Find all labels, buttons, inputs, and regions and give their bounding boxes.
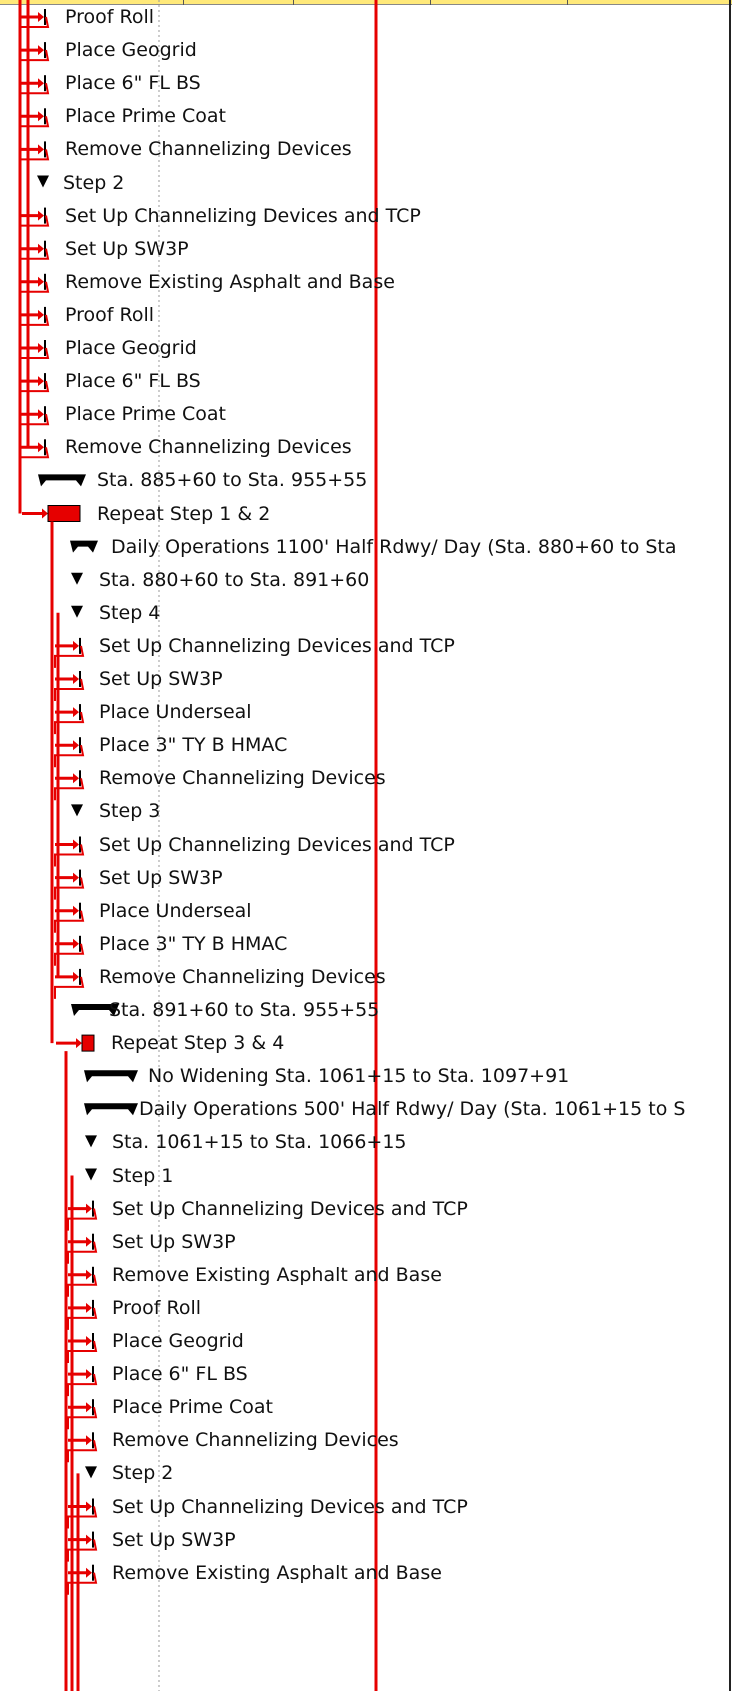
gantt-row[interactable]: Sta. 880+60 to Sta. 891+60	[0, 564, 720, 596]
task-label: Place 6" FL BS	[65, 72, 201, 95]
gantt-row[interactable]: Daily Operations 500' Half Rdwy/ Day (St…	[0, 1093, 720, 1125]
task-label: Set Up SW3P	[99, 668, 223, 690]
task-label: Proof Roll	[112, 1296, 202, 1319]
gantt-row[interactable]: Set Up SW3P	[0, 663, 720, 695]
gantt-row[interactable]: Repeat Step 1 & 2	[0, 498, 720, 530]
summary-label: Step 2	[63, 171, 125, 194]
gantt-row[interactable]: Set Up SW3P	[0, 1524, 720, 1556]
task-label: Repeat Step 3 & 4	[111, 1032, 285, 1055]
task-label: Place 3" TY B HMAC	[99, 734, 288, 757]
gantt-row[interactable]: Set Up SW3P	[0, 233, 720, 265]
gantt-row[interactable]: Set Up SW3P	[0, 862, 720, 894]
task-label: Place Geogrid	[112, 1330, 244, 1352]
gantt-row[interactable]: Remove Channelizing Devices	[0, 961, 720, 993]
summary-label: Daily Operations 1100' Half Rdwy/ Day (S…	[111, 535, 677, 558]
task-label: Remove Channelizing Devices	[65, 436, 352, 459]
gantt-row[interactable]: Step 2	[0, 167, 720, 199]
gantt-row[interactable]: Place Prime Coat	[0, 100, 720, 132]
task-label: Set Up SW3P	[65, 237, 189, 260]
gantt-row[interactable]: Sta. 1061+15 to Sta. 1066+15	[0, 1126, 720, 1158]
summary-label: Sta. 880+60 to Sta. 891+60	[99, 568, 370, 591]
task-label: Remove Existing Asphalt and Base	[112, 1561, 442, 1584]
gantt-row[interactable]: Remove Existing Asphalt and Base	[0, 1557, 720, 1589]
gantt-row[interactable]: Remove Existing Asphalt and Base	[0, 266, 720, 298]
task-label: Remove Existing Asphalt and Base	[112, 1263, 442, 1286]
task-label: Place 6" FL BS	[112, 1363, 248, 1386]
gantt-row[interactable]: Place Prime Coat	[0, 398, 720, 430]
task-label: Place Prime Coat	[65, 105, 226, 128]
task-label: Set Up SW3P	[112, 1230, 236, 1253]
gantt-row[interactable]: Place Underseal	[0, 895, 720, 927]
gantt-row[interactable]: Set Up Channelizing Devices and TCP	[0, 200, 720, 232]
task-label: Set Up SW3P	[112, 1528, 236, 1551]
task-label: Place Underseal	[99, 899, 252, 922]
task-label: Remove Channelizing Devices	[65, 138, 352, 161]
gantt-row[interactable]: Step 1	[0, 1160, 720, 1192]
gantt-row[interactable]: Place 6" FL BS	[0, 1358, 720, 1390]
summary-label: Step 4	[99, 601, 161, 624]
task-label: Remove Existing Asphalt and Base	[65, 270, 395, 293]
gantt-row[interactable]: Place Geogrid	[0, 332, 720, 364]
task-label: Set Up Channelizing Devices and TCP	[65, 204, 421, 227]
task-label: Place Underseal	[99, 701, 252, 724]
summary-label: No Widening Sta. 1061+15 to Sta. 1097+91	[148, 1065, 570, 1088]
task-label: Place Prime Coat	[112, 1396, 273, 1419]
gantt-row[interactable]: Proof Roll	[0, 1, 720, 33]
task-label: Remove Channelizing Devices	[112, 1429, 399, 1452]
gantt-row[interactable]: Set Up Channelizing Devices and TCP	[0, 1491, 720, 1523]
gantt-row[interactable]: Repeat Step 3 & 4	[0, 1027, 720, 1059]
task-label: Place 6" FL BS	[65, 370, 201, 393]
gantt-row[interactable]: Remove Channelizing Devices	[0, 133, 720, 165]
summary-label: Sta. 891+60 to Sta. 955+55	[109, 999, 380, 1021]
summary-label: Sta. 885+60 to Sta. 955+55	[97, 469, 368, 492]
gantt-row[interactable]: Remove Existing Asphalt and Base	[0, 1259, 720, 1291]
gantt-row[interactable]: Place Prime Coat	[0, 1391, 720, 1423]
task-label: Set Up Channelizing Devices and TCP	[99, 833, 455, 856]
task-label: Place 3" TY B HMAC	[99, 932, 288, 955]
summary-label: Step 3	[99, 800, 161, 823]
task-label: Repeat Step 1 & 2	[97, 502, 271, 525]
gantt-row[interactable]: Place Geogrid	[0, 34, 720, 66]
gantt-row[interactable]: Daily Operations 1100' Half Rdwy/ Day (S…	[0, 531, 720, 563]
task-label: Place Geogrid	[65, 337, 197, 359]
gantt-row[interactable]: Sta. 885+60 to Sta. 955+55	[0, 464, 720, 496]
gantt-row[interactable]: Place Geogrid	[0, 1325, 720, 1357]
gantt-row[interactable]: Place 6" FL BS	[0, 67, 720, 99]
gantt-row[interactable]: Proof Roll	[0, 1292, 720, 1324]
gantt-row[interactable]: Set Up Channelizing Devices and TCP	[0, 630, 720, 662]
summary-label: Daily Operations 500' Half Rdwy/ Day (St…	[139, 1098, 686, 1121]
gantt-row[interactable]: Set Up Channelizing Devices and TCP	[0, 1193, 720, 1225]
task-label: Proof Roll	[65, 6, 155, 28]
gantt-row[interactable]: Remove Channelizing Devices	[0, 1424, 720, 1456]
gantt-row[interactable]: No Widening Sta. 1061+15 to Sta. 1097+91	[0, 1060, 720, 1092]
gantt-row[interactable]: Remove Channelizing Devices	[0, 431, 720, 463]
gantt-row[interactable]: Sta. 891+60 to Sta. 955+55	[0, 994, 720, 1026]
summary-label: Sta. 1061+15 to Sta. 1066+15	[112, 1131, 407, 1154]
gantt-row[interactable]: Set Up Channelizing Devices and TCP	[0, 829, 720, 861]
gantt-row[interactable]: Remove Channelizing Devices	[0, 762, 720, 794]
gantt-row[interactable]: Place Underseal	[0, 696, 720, 728]
gantt-row[interactable]: Place 6" FL BS	[0, 365, 720, 397]
gantt-row[interactable]: Set Up SW3P	[0, 1226, 720, 1258]
gantt-row[interactable]: Proof Roll	[0, 299, 720, 331]
task-label: Place Geogrid	[65, 39, 197, 62]
summary-label: Step 2	[112, 1462, 174, 1485]
task-label: Set Up Channelizing Devices and TCP	[112, 1197, 468, 1220]
gantt-row[interactable]: Step 3	[0, 795, 720, 827]
task-label: Set Up Channelizing Devices and TCP	[112, 1495, 468, 1518]
gantt-row[interactable]: Place 3" TY B HMAC	[0, 729, 720, 761]
task-label: Remove Channelizing Devices	[99, 965, 386, 988]
gantt-chart-area[interactable]: Proof Roll Place Geogrid Place 6" FL BS Pla…	[0, 0, 732, 1691]
chart-right-border	[729, 0, 731, 1691]
task-label: Place Prime Coat	[65, 403, 226, 426]
summary-label: Step 1	[112, 1164, 174, 1187]
gantt-row[interactable]: Step 2	[0, 1457, 720, 1489]
task-label: Set Up SW3P	[99, 866, 223, 889]
task-label: Proof Roll	[65, 303, 155, 326]
task-label: Remove Channelizing Devices	[99, 767, 386, 790]
task-label: Set Up Channelizing Devices and TCP	[99, 634, 455, 657]
gantt-row[interactable]: Place 3" TY B HMAC	[0, 928, 720, 960]
gantt-row[interactable]: Step 4	[0, 597, 720, 629]
